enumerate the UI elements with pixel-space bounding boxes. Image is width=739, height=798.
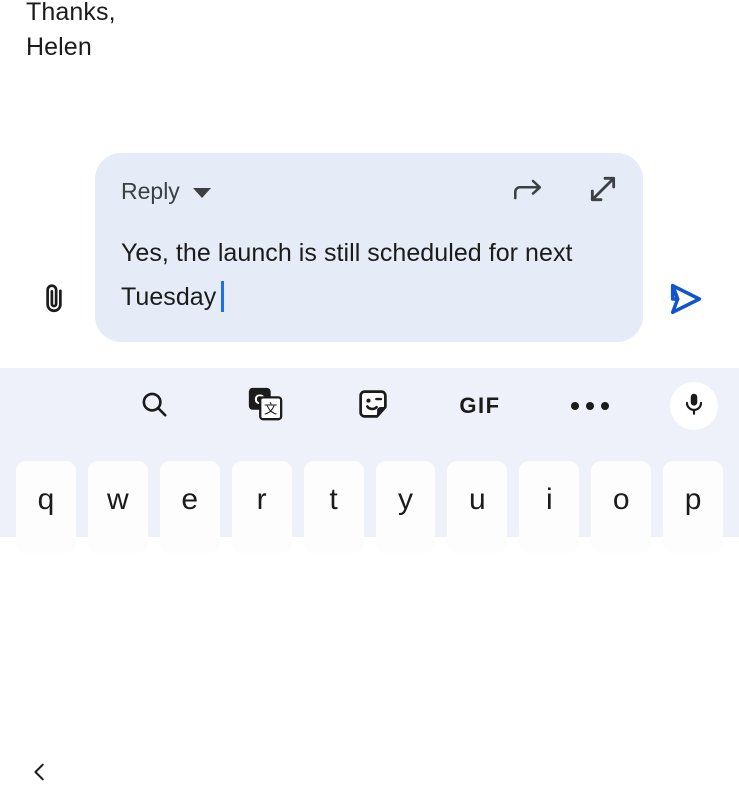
key-i[interactable]: i: [519, 461, 580, 553]
text-cursor: [221, 281, 225, 312]
key-t[interactable]: t: [303, 461, 364, 553]
send-button[interactable]: [658, 275, 714, 327]
key-u[interactable]: u: [447, 461, 508, 553]
gif-icon: GIF: [459, 393, 501, 418]
expand-diagonal-icon: [587, 173, 619, 210]
compose-card[interactable]: Reply Yes, the launch is still scheduled…: [95, 153, 643, 342]
forward-button[interactable]: [511, 173, 547, 209]
keyboard-toolbar: G 文 GIF: [0, 368, 739, 798]
google-translate-icon: G 文: [246, 385, 284, 428]
keyboard-search-button[interactable]: [130, 382, 178, 430]
keyboard-gif-button[interactable]: GIF: [452, 384, 508, 428]
svg-text:文: 文: [264, 401, 277, 416]
email-signoff-line: Thanks,: [26, 0, 116, 26]
compose-text-area[interactable]: Yes, the launch is still scheduled for n…: [121, 231, 621, 319]
attach-button[interactable]: [28, 275, 80, 327]
back-chevron-icon: [29, 761, 51, 788]
compose-header-actions: [511, 173, 621, 209]
compose-text-value: Yes, the launch is still scheduled for n…: [121, 239, 573, 311]
keyboard-row-1: q w e r t y u i o p: [0, 461, 739, 553]
keyboard-more-button[interactable]: [566, 384, 614, 428]
keyboard-sticker-button[interactable]: [349, 382, 397, 430]
email-sender-name: Helen: [26, 33, 92, 61]
reply-mode-selector[interactable]: Reply: [121, 180, 211, 203]
key-w[interactable]: w: [87, 461, 148, 553]
forward-arrow-icon: [513, 176, 545, 207]
virtual-keyboard: G 文 GIF: [0, 368, 739, 798]
key-p[interactable]: p: [663, 461, 724, 553]
more-options-icon: [571, 402, 609, 410]
keyboard-back-button[interactable]: [16, 750, 64, 798]
paperclip-icon: [37, 279, 71, 324]
expand-button[interactable]: [585, 173, 621, 209]
key-q[interactable]: q: [16, 461, 76, 553]
chevron-down-icon: [192, 188, 211, 198]
send-icon: [666, 279, 706, 324]
key-e[interactable]: e: [159, 461, 220, 553]
keyboard-translate-button[interactable]: G 文: [241, 382, 289, 430]
search-icon: [139, 389, 169, 424]
microphone-icon: [681, 391, 707, 422]
compose-row: Reply Yes, the launch is still scheduled…: [0, 153, 739, 343]
reply-mode-label: Reply: [121, 178, 180, 204]
key-r[interactable]: r: [231, 461, 292, 553]
key-y[interactable]: y: [375, 461, 436, 553]
keyboard-mic-button[interactable]: [670, 382, 718, 430]
key-o[interactable]: o: [591, 461, 652, 553]
sticker-icon: [355, 386, 391, 427]
compose-header: Reply: [95, 153, 643, 221]
